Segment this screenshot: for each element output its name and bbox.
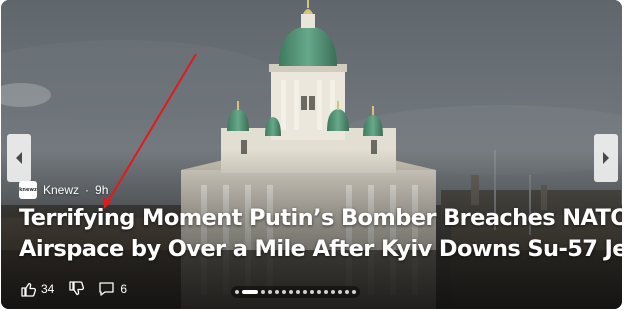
comment-button[interactable]: 6 [98,281,127,297]
thumbs-up-icon [21,282,36,297]
carousel-dot[interactable] [310,290,314,294]
chevron-left-icon [16,152,22,164]
comment-icon [99,282,115,296]
carousel-dot[interactable] [282,290,286,294]
carousel-dot[interactable] [275,290,279,294]
comment-count: 6 [120,282,128,296]
carousel-dot[interactable] [317,290,321,294]
carousel-dot[interactable] [289,290,293,294]
headline-line-2: Airspace by Over a Mile After Kyiv Downs… [19,236,622,262]
headline-line-1: Terrifying Moment Putin’s Bomber Breache… [19,205,622,231]
dislike-button[interactable] [68,281,85,297]
reaction-bar: 34 6 [20,281,141,297]
headline[interactable]: Terrifying Moment Putin’s Bomber Breache… [19,203,622,265]
carousel-dot[interactable] [296,290,300,294]
source-name: Knewz [43,183,80,197]
next-slide-button[interactable] [594,134,618,182]
chevron-right-icon [603,152,609,164]
like-count: 34 [41,282,55,296]
previous-slide-button[interactable] [7,134,31,182]
carousel-dot[interactable] [303,290,307,294]
carousel-dot-active[interactable] [242,290,258,294]
carousel-dot[interactable] [268,290,272,294]
carousel-dot[interactable] [352,290,356,294]
carousel-dot[interactable] [345,290,349,294]
news-card[interactable]: knewz Knewz · 9h Terrifying Moment Putin… [1,0,622,309]
source-info[interactable]: knewz Knewz · 9h [19,181,108,199]
separator: · [85,183,90,197]
carousel-dot[interactable] [331,290,335,294]
carousel-dot[interactable] [324,290,328,294]
carousel-dot[interactable] [261,290,265,294]
article-age: 9h [95,183,109,197]
carousel-dot[interactable] [338,290,342,294]
carousel-indicator[interactable] [231,286,360,298]
source-logo: knewz [19,181,37,199]
carousel-dot[interactable] [235,290,239,294]
like-button[interactable]: 34 [20,281,54,297]
thumbs-down-icon [69,281,85,296]
